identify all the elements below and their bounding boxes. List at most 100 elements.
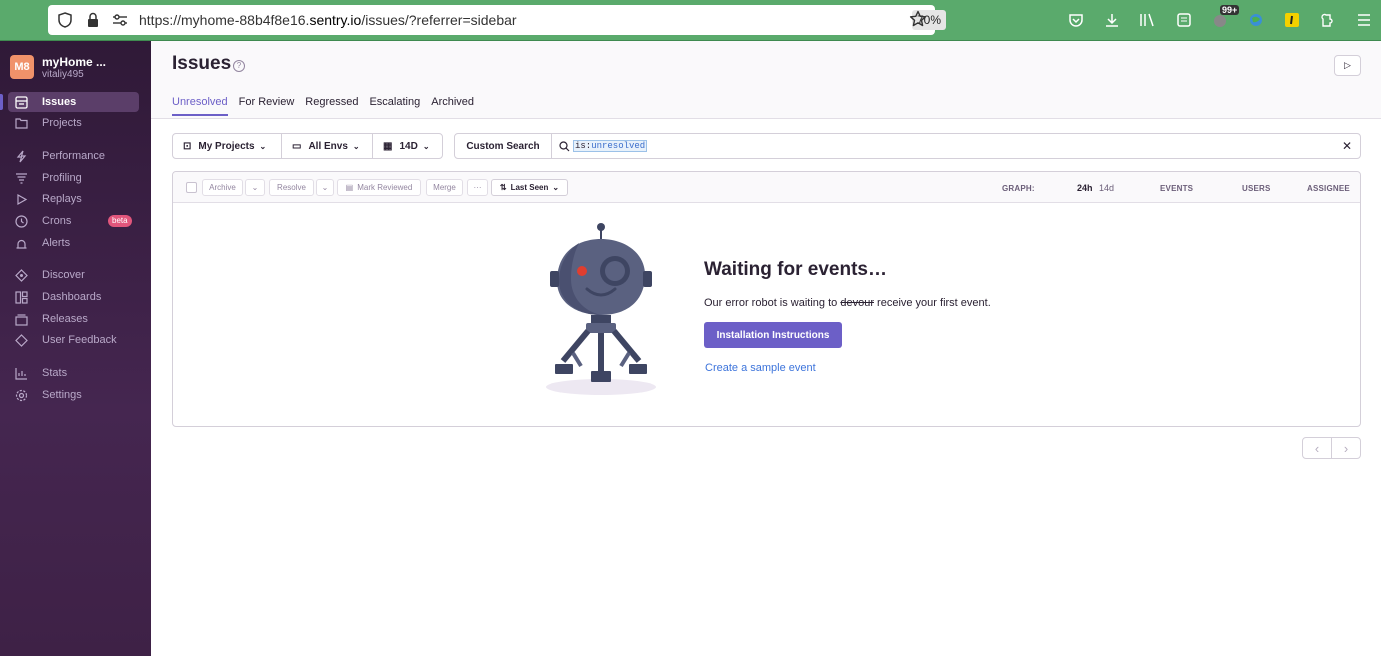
archive-button[interactable]: Archive [202,179,243,196]
globe-extension-icon[interactable] [1238,8,1274,32]
sidebar-item-alerts[interactable]: Alerts [8,233,139,253]
installation-instructions-button[interactable]: Installation Instructions [704,322,842,348]
sidebar-item-settings[interactable]: Settings [8,385,139,405]
create-sample-event-link[interactable]: Create a sample event [705,362,816,374]
date-filter[interactable]: ▦ 14D ⌄ [373,134,442,158]
sidebar-item-discover[interactable]: Discover [8,265,139,285]
archive-dropdown-button[interactable]: ⌄ [245,179,265,196]
sidebar-item-replays[interactable]: Replays [8,189,139,209]
previous-page-button[interactable]: ‹ [1303,438,1332,458]
address-bar[interactable]: https://myhome-88b4f8e16.sentry.io/issue… [48,5,946,35]
main-content: Issues ? ▷ Unresolved For Review Regress… [151,41,1381,656]
url-text[interactable]: https://myhome-88b4f8e16.sentry.io/issue… [139,12,517,28]
ublock-extension-icon[interactable] [1274,8,1310,32]
discover-icon [14,268,28,282]
tab-regressed[interactable]: Regressed [305,96,358,116]
empty-msg-after: receive your first event. [873,297,991,309]
menu-icon[interactable] [1346,8,1381,32]
reader-view-icon[interactable] [1166,8,1202,32]
environment-filter[interactable]: ▭ All Envs ⌄ [282,134,373,158]
download-icon[interactable] [1094,8,1130,32]
calendar-icon: ▭ [292,140,302,152]
close-icon[interactable]: ✕ [1342,139,1352,153]
play-icon: ▷ [1344,60,1351,70]
chevron-down-icon: ⌄ [321,183,329,192]
tab-archived[interactable]: Archived [431,96,474,116]
dashboards-icon [14,290,28,304]
next-page-button[interactable]: › [1332,438,1360,458]
sidebar-item-label: Issues [42,96,77,108]
site-settings-icon[interactable] [111,11,129,29]
sidebar-item-label: Stats [42,367,68,379]
help-icon[interactable]: ? [233,60,245,72]
sidebar-item-label: Profiling [42,172,82,184]
url-prefix: https://myhome-88b4f8e16. [139,12,310,28]
empty-state-title: Waiting for events… [704,259,887,280]
search-bar[interactable]: Custom Search is:unresolved ✕ [454,133,1361,159]
releases-icon [14,312,28,326]
sidebar: M8 myHome ... vitaliy495 Issues Projects… [0,41,151,656]
merge-button[interactable]: Merge [426,179,463,196]
search-query-token[interactable]: is:unresolved [573,140,648,152]
chevron-down-icon: ⌄ [251,183,259,192]
privacy-extension-icon[interactable]: 99+ [1202,5,1240,32]
sidebar-item-profiling[interactable]: Profiling [8,168,139,188]
shield-icon[interactable] [56,11,74,29]
play-tour-button[interactable]: ▷ [1334,55,1361,76]
url-domain: sentry.io [309,12,362,28]
chevron-down-icon: ⌄ [422,141,430,151]
lock-icon[interactable] [84,11,102,29]
profiling-icon [14,171,28,185]
beta-badge: beta [108,215,132,227]
crons-icon [14,214,28,228]
tab-escalating[interactable]: Escalating [369,96,420,116]
issues-panel: Archive ⌄ Resolve ⌄ ▤ Mark Reviewed Merge… [172,171,1361,427]
performance-icon [14,149,28,163]
issue-tabs: Unresolved For Review Regressed Escalati… [172,96,485,116]
chevron-down-icon: ⌄ [259,141,267,151]
extensions-puzzle-icon[interactable] [1310,8,1346,32]
org-switcher[interactable]: M8 myHome ... vitaliy495 [10,55,106,80]
sidebar-item-stats[interactable]: Stats [8,363,139,383]
environment-filter-label: All Envs [308,140,348,152]
sidebar-item-crons[interactable]: Crons beta [8,211,139,231]
sidebar-item-label: Alerts [42,237,71,249]
tab-for-review[interactable]: For Review [239,96,295,116]
sidebar-item-label: Releases [42,313,88,325]
mark-reviewed-button[interactable]: ▤ Mark Reviewed [337,179,421,196]
sort-dropdown[interactable]: ⇅ Last Seen ⌄ [491,179,568,196]
resolve-button[interactable]: Resolve [269,179,314,196]
sidebar-item-releases[interactable]: Releases [8,309,139,329]
sidebar-item-performance[interactable]: Performance [8,146,139,166]
sidebar-item-label: Replays [42,193,82,205]
org-name[interactable]: myHome ... [42,55,106,69]
resolve-dropdown-button[interactable]: ⌄ [316,179,334,196]
org-avatar[interactable]: M8 [10,55,34,79]
sidebar-item-dashboards[interactable]: Dashboards [8,287,139,307]
pocket-icon[interactable] [1058,8,1094,32]
empty-msg-strike: devour [840,297,874,309]
sidebar-item-projects[interactable]: Projects [8,113,139,133]
page-filters: ⊡ My Projects ⌄ ▭ All Envs ⌄ ▦ 14D ⌄ [172,133,443,159]
sidebar-item-issues[interactable]: Issues [0,92,139,112]
sidebar-item-label: Projects [42,117,82,129]
chevron-down-icon: ⌄ [352,141,360,151]
more-actions-button[interactable]: ··· [467,179,488,196]
browser-toolbar: https://myhome-88b4f8e16.sentry.io/issue… [0,0,1381,41]
replays-icon [14,192,28,206]
graph-14d-toggle[interactable]: 14d [1099,183,1114,193]
graph-24h-toggle[interactable]: 24h [1077,183,1093,193]
bookmark-star-icon[interactable] [909,10,927,33]
graph-label: GRAPH: [1002,184,1035,193]
query-key: is: [575,141,592,151]
project-filter[interactable]: ⊡ My Projects ⌄ [173,134,282,158]
sidebar-item-user-feedback[interactable]: User Feedback [8,330,139,350]
custom-search-button[interactable]: Custom Search [455,134,552,158]
sort-label: Last Seen [510,183,549,192]
page-title: Issues [172,53,232,74]
project-icon: ⊡ [183,140,192,152]
tab-unresolved[interactable]: Unresolved [172,96,228,116]
empty-state: Waiting for events… Our error robot is w… [543,223,1043,407]
select-all-checkbox[interactable] [186,182,197,193]
library-icon[interactable] [1130,8,1166,32]
